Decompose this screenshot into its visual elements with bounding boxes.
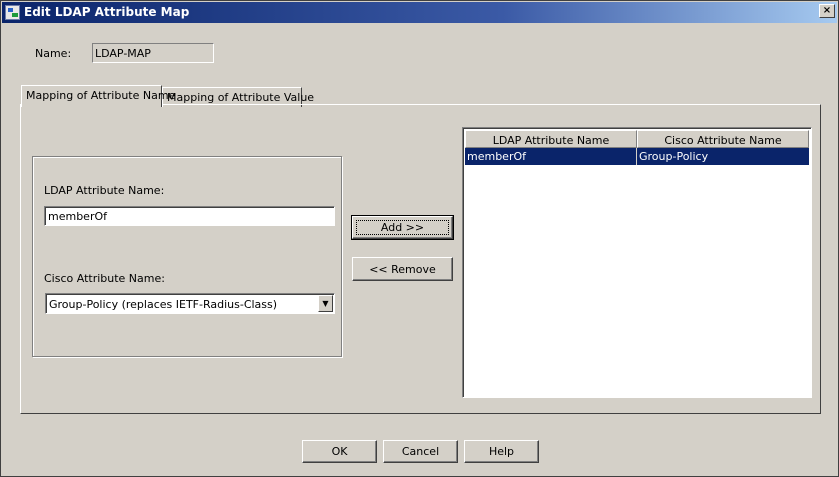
column-header-ldap-attribute-name[interactable]: LDAP Attribute Name <box>465 130 637 148</box>
cisco-attribute-name-value: Group-Policy (replaces IETF-Radius-Class… <box>49 298 278 311</box>
ldap-attribute-name-label: LDAP Attribute Name: <box>44 184 165 197</box>
edit-ldap-attribute-map-dialog: Edit LDAP Attribute Map × Name: LDAP-MAP… <box>0 0 839 477</box>
remove-button[interactable]: << Remove <box>352 257 453 281</box>
help-button-label: Help <box>488 445 515 458</box>
table-cell-cisco-attribute: Group-Policy <box>639 150 709 163</box>
close-button[interactable]: × <box>819 4 835 18</box>
name-field: LDAP-MAP <box>92 43 214 63</box>
add-button-label: Add >> <box>380 221 425 234</box>
add-button[interactable]: Add >> <box>351 215 454 240</box>
window-title: Edit LDAP Attribute Map <box>24 5 190 19</box>
chevron-down-icon[interactable]: ▼ <box>318 295 333 312</box>
title-bar[interactable]: Edit LDAP Attribute Map × <box>2 2 837 23</box>
remove-button-label: << Remove <box>369 262 436 276</box>
ok-button[interactable]: OK <box>302 440 377 463</box>
help-button[interactable]: Help <box>464 440 539 463</box>
tab-mapping-of-attribute-name[interactable]: Mapping of Attribute Name <box>21 85 175 107</box>
cancel-button[interactable]: Cancel <box>383 440 458 463</box>
table-row[interactable]: memberOf Group-Policy <box>465 148 809 165</box>
name-label: Name: <box>35 47 72 60</box>
cisco-attribute-name-label: Cisco Attribute Name: <box>44 272 165 285</box>
column-header-cisco-attribute-name[interactable]: Cisco Attribute Name <box>637 130 809 148</box>
attribute-mapping-table[interactable]: LDAP Attribute Name Cisco Attribute Name… <box>462 127 812 398</box>
close-icon: × <box>822 5 832 16</box>
ok-button-label: OK <box>331 445 348 458</box>
ldap-attribute-name-input[interactable] <box>44 206 335 226</box>
cancel-button-label: Cancel <box>401 445 440 458</box>
column-header-label: LDAP Attribute Name <box>492 134 610 147</box>
cisco-attribute-name-select[interactable]: Group-Policy (replaces IETF-Radius-Class… <box>45 293 335 314</box>
tab-label: Mapping of Attribute Name <box>26 89 176 102</box>
tab-label: Mapping of Attribute Value <box>167 91 315 104</box>
app-icon <box>5 5 20 20</box>
column-header-label: Cisco Attribute Name <box>664 134 782 147</box>
table-cell-ldap-attribute: memberOf <box>465 148 637 165</box>
